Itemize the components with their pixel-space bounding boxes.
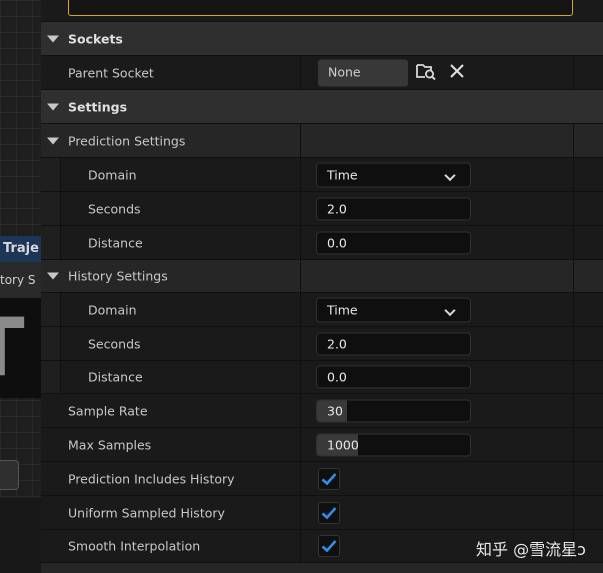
smooth-interpolation-label: Smooth Interpolation (68, 538, 201, 554)
sample-rate-slider[interactable]: 30 (316, 399, 471, 422)
history-distance-input[interactable]: 0.0 (316, 365, 471, 389)
row-prediction-seconds: Seconds 2.0 (41, 191, 603, 225)
history-domain-label: Domain (88, 302, 137, 317)
row-prediction-domain: Domain Time (41, 157, 603, 191)
prediction-distance-label: Distance (88, 235, 143, 250)
uniform-sampled-history-checkbox[interactable] (318, 501, 340, 524)
prediction-seconds-input[interactable]: 2.0 (316, 197, 471, 220)
collapse-arrow-icon[interactable] (47, 35, 59, 42)
row-parent-socket: Parent Socket None (41, 55, 603, 89)
prediction-includes-history-checkbox[interactable] (318, 467, 340, 490)
row-sample-rate: Sample Rate 30 (41, 393, 603, 427)
background-viewport: Traje tory S T (0, 0, 41, 573)
collapse-arrow-icon[interactable] (47, 272, 59, 280)
history-seconds-input[interactable]: 2.0 (316, 332, 471, 355)
prediction-distance-input[interactable]: 0.0 (316, 231, 471, 254)
row-history-distance: Distance 0.0 (41, 360, 603, 393)
max-samples-slider[interactable]: 1000 (316, 433, 471, 456)
background-big-glyph: T (0, 298, 41, 398)
category-sockets[interactable]: Sockets (41, 21, 603, 55)
row-history-domain: Domain Time (41, 292, 603, 326)
row-history-seconds: Seconds 2.0 (41, 326, 603, 360)
history-settings-label: History Settings (68, 268, 168, 284)
smooth-interpolation-checkbox[interactable] (318, 535, 340, 557)
checkmark-icon (321, 472, 337, 485)
row-prediction-distance: Distance 0.0 (41, 225, 603, 259)
max-samples-label: Max Samples (68, 437, 152, 452)
browse-socket-icon[interactable] (416, 62, 436, 80)
background-button[interactable] (0, 460, 19, 490)
background-sub-label: tory S (0, 262, 41, 298)
row-prediction-includes-history: Prediction Includes History (41, 461, 603, 495)
background-tab[interactable]: Traje (0, 236, 41, 262)
history-seconds-label: Seconds (88, 336, 141, 351)
prediction-domain-dropdown[interactable]: Time (316, 162, 471, 187)
prediction-seconds-label: Seconds (88, 201, 141, 216)
prediction-includes-history-label: Prediction Includes History (68, 471, 235, 486)
row-bottom-edge (41, 562, 603, 573)
history-domain-dropdown[interactable]: Time (316, 297, 471, 322)
row-max-samples: Max Samples 1000 (41, 427, 603, 461)
prediction-settings-label: Prediction Settings (68, 133, 186, 148)
uniform-sampled-history-label: Uniform Sampled History (68, 505, 225, 520)
checkmark-icon (321, 540, 337, 553)
background-lower-panel (0, 498, 41, 573)
watermark-text: 知乎 @雪流星ↄ (476, 540, 586, 559)
clear-socket-icon[interactable] (450, 64, 464, 78)
category-settings-label: Settings (68, 99, 128, 114)
parent-socket-button[interactable]: None (318, 59, 408, 86)
chevron-down-icon (444, 304, 456, 316)
collapse-arrow-icon[interactable] (47, 103, 59, 110)
category-sockets-label: Sockets (68, 31, 123, 46)
row-uniform-sampled-history: Uniform Sampled History (41, 495, 603, 529)
history-distance-label: Distance (88, 369, 143, 385)
details-panel: Sockets Parent Socket None Settings Pred… (41, 0, 603, 573)
chevron-down-icon (444, 169, 456, 181)
parent-socket-label: Parent Socket (68, 65, 154, 80)
sample-rate-label: Sample Rate (68, 403, 148, 418)
group-prediction-settings[interactable]: Prediction Settings (41, 123, 603, 157)
prediction-domain-label: Domain (88, 167, 137, 182)
top-highlight-box (68, 0, 573, 16)
checkmark-icon (321, 506, 337, 519)
collapse-arrow-icon[interactable] (47, 137, 59, 144)
group-history-settings[interactable]: History Settings (41, 259, 603, 292)
category-settings[interactable]: Settings (41, 89, 603, 123)
